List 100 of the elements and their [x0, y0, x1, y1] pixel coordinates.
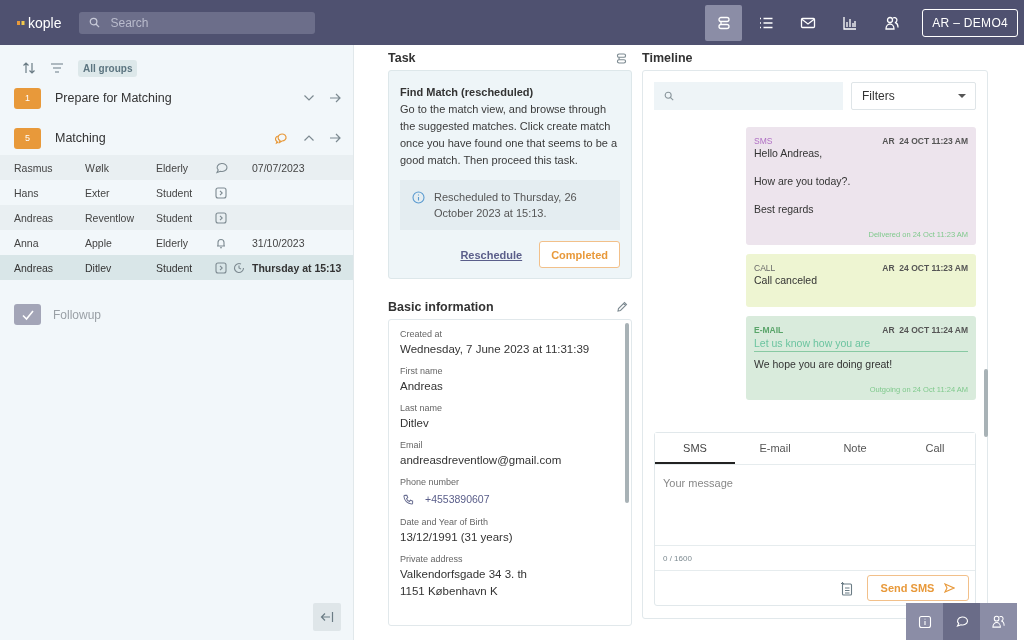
composer-tab[interactable]: SMS	[655, 433, 735, 464]
collapse-icon[interactable]	[303, 134, 315, 142]
search-field[interactable]: Search	[79, 11, 316, 34]
table-cell-text: Student	[156, 186, 194, 199]
field-value: Ditlev	[400, 416, 430, 431]
field-label: Private address	[400, 553, 464, 566]
field-value: Andreas	[400, 379, 444, 394]
info-dock-button[interactable]	[906, 603, 943, 640]
bar-chart-icon	[841, 14, 858, 31]
count-badge: 5	[14, 127, 41, 149]
table-cell-text: Exter	[85, 186, 111, 199]
table-cell-text: Rasmus	[14, 161, 54, 174]
logo-text: kople	[28, 14, 62, 31]
send-icon	[944, 583, 956, 593]
message-text: How are you today?.	[754, 174, 852, 188]
table-cell-text: Andreas	[14, 261, 55, 274]
arrow-right-icon[interactable]	[329, 133, 341, 143]
email-subject: Let us know how you are	[754, 335, 968, 352]
expand-icon[interactable]	[303, 94, 315, 102]
people-icon	[883, 14, 900, 31]
table-cell-text: Anna	[14, 236, 40, 249]
forward-icon	[215, 211, 227, 224]
field-label: Created at	[400, 328, 444, 341]
followup-checkbox[interactable]	[14, 304, 41, 325]
entry-type: E-MAIL	[754, 325, 784, 335]
info-icon	[412, 191, 425, 204]
table-cell-text: Apple	[85, 236, 113, 249]
edit-icon[interactable]	[616, 301, 628, 313]
people-dock-button[interactable]	[980, 603, 1017, 640]
phone-link[interactable]: +4553890607	[425, 493, 490, 505]
field-value: andreasdreventlow@gmail.com	[400, 453, 563, 468]
search-icon	[89, 17, 101, 28]
template-icon[interactable]	[840, 580, 853, 596]
table-cell-text: Ditlev	[85, 261, 113, 274]
table-cell: 31/10/2023	[252, 236, 305, 249]
group-header[interactable]: 5 Matching	[0, 121, 353, 155]
section-title: Basic information	[388, 300, 494, 314]
task-heading: Find Match (rescheduled)	[400, 85, 535, 100]
entry-timestamp: AR 24 OCT 11:24 AM	[882, 325, 968, 335]
person-row[interactable]: Andreas Reventlow Student	[0, 205, 353, 230]
scrollbar[interactable]	[625, 323, 629, 503]
people-icon	[991, 614, 1006, 629]
filter-icon[interactable]	[50, 61, 64, 75]
field-value: Valkendorfsgade 34 3. th	[400, 567, 529, 582]
entry-timestamp: AR 24 OCT 11:23 AM	[882, 263, 968, 273]
filters-dropdown[interactable]: Filters	[851, 82, 976, 110]
tasks-icon[interactable]	[615, 51, 628, 65]
field-value: 1151 København K	[400, 584, 499, 599]
section-title: Timeline	[642, 51, 693, 65]
field-value: Wednesday, 7 June 2023 at 11:31:39	[400, 342, 591, 357]
bell-icon	[215, 236, 227, 249]
section-title: Task	[388, 51, 416, 65]
tasks-icon	[715, 14, 732, 31]
table-cell-text: Hans	[14, 186, 40, 199]
reschedule-link[interactable]: Reschedule	[460, 248, 523, 261]
chat-icon	[215, 161, 228, 174]
person-row[interactable]: Rasmus Wølk Elderly 07/07/2023	[0, 155, 353, 180]
count-badge: 1	[14, 87, 41, 109]
person-row[interactable]: Andreas Ditlev Student Thursday at 15:13	[0, 255, 353, 280]
arrow-right-icon[interactable]	[329, 93, 341, 103]
entry-timestamp: AR 24 OCT 11:23 AM	[882, 136, 968, 146]
message-text: We hope you are doing great!	[754, 357, 894, 371]
search-input[interactable]: Search	[108, 14, 293, 31]
account-button[interactable]: AR – DEMO4	[922, 8, 1018, 37]
tasks-nav-button[interactable]	[705, 4, 743, 41]
search-field[interactable]	[654, 82, 843, 110]
table-cell-text: Reventlow	[85, 211, 136, 224]
forward-icon	[215, 186, 227, 199]
caret-icon	[957, 93, 967, 99]
character-counter: 0 / 1600	[663, 553, 692, 563]
group-filter-chip[interactable]: All groups	[78, 59, 138, 77]
table-cell-text: Elderly	[156, 161, 190, 174]
person-row[interactable]: Anna Apple Elderly 31/10/2023	[0, 230, 353, 255]
table-cell: Thursday at 15:13	[252, 261, 342, 274]
collapse-left-icon	[320, 611, 334, 623]
entry-type: SMS	[754, 136, 773, 146]
group-title[interactable]: Matching	[55, 131, 261, 145]
clock-icon	[233, 261, 245, 274]
logo-icon	[17, 20, 25, 25]
table-cell-text: Student	[156, 261, 194, 274]
table-cell-text: Elderly	[156, 236, 190, 249]
group-header[interactable]: 1 Prepare for Matching	[0, 81, 353, 115]
field-value: 13/12/1991 (31 years)	[400, 530, 514, 545]
scrollbar[interactable]	[984, 369, 988, 437]
check-icon	[20, 308, 35, 321]
person-row[interactable]: Hans Exter Student	[0, 180, 353, 205]
search-icon	[664, 91, 674, 101]
sort-icon[interactable]	[22, 61, 36, 75]
notice-text: Rescheduled to Thursday, 26 October 2023 at 15:13.	[434, 190, 578, 221]
field-label: Last name	[400, 402, 444, 415]
message-text: Best regards	[754, 202, 815, 216]
group-title[interactable]: Prepare for Matching	[55, 91, 289, 105]
collapse-sidebar-button[interactable]	[313, 603, 341, 631]
info-icon	[917, 614, 932, 629]
message-text: Call canceled	[754, 273, 819, 287]
table-cell-text: Andreas	[14, 211, 55, 224]
task-description: Go to the match view, and browse through the suggested matches. Click create match once you have found one that seems to be a good match. Then proceed this task.	[400, 102, 619, 168]
table-cell: 07/07/2023	[252, 161, 305, 174]
table-cell-text: Wølk	[85, 161, 110, 174]
chat-dock-button[interactable]	[943, 603, 980, 640]
